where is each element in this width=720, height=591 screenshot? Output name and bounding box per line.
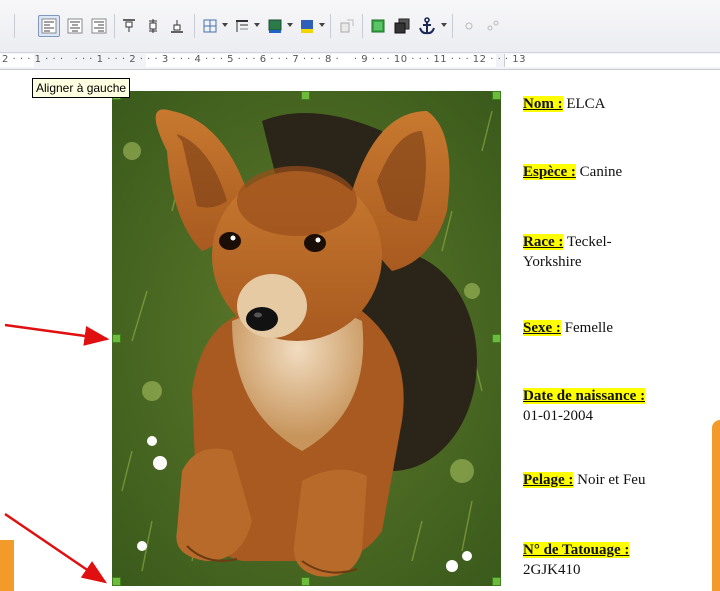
arrow-to-left-handle: [4, 323, 110, 346]
tooltip: Aligner à gauche: [32, 78, 131, 98]
arrow-to-bottom-left-handle: [4, 512, 108, 584]
